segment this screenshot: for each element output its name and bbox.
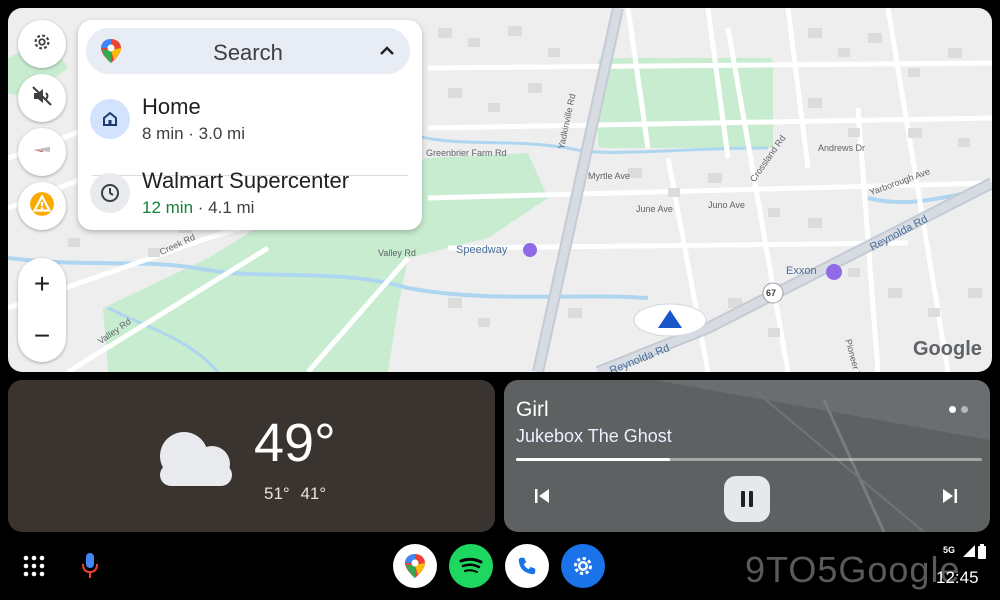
search-card: Search Home 8 min · 3.0 mi Walmart Super…: [78, 20, 422, 230]
map-label-street: Greenbrier Farm Rd: [426, 148, 507, 158]
page-indicator: [949, 400, 968, 418]
search-bar[interactable]: Search: [86, 28, 410, 74]
temperature-high: 51°: [264, 484, 290, 503]
zoom-control: + −: [18, 258, 66, 362]
temperature-low: 41°: [300, 484, 327, 503]
clock: 12:45: [936, 568, 979, 587]
temperature: 49°: [254, 413, 336, 473]
search-label: Search: [213, 40, 283, 65]
map-label-street: Andrews Dr: [818, 143, 866, 153]
destination-item[interactable]: Home 8 min · 3.0 mi: [86, 88, 410, 150]
report-incident-button[interactable]: [18, 182, 66, 230]
page-dot-active: [949, 406, 956, 413]
signal-icon: [962, 544, 976, 563]
zoom-in-button[interactable]: +: [18, 258, 66, 310]
google-logo: Google: [913, 338, 982, 360]
phone-app-icon[interactable]: [505, 544, 549, 588]
map-label-street: June Ave: [636, 204, 673, 214]
map-label-street: Valley Rd: [378, 248, 416, 258]
destination-name: Walmart Supercenter: [142, 168, 350, 193]
destination-eta: 8 min · 3.0 mi: [142, 124, 245, 143]
skip-previous-icon: [535, 489, 549, 503]
spotify-app-icon[interactable]: [449, 544, 493, 588]
compass-icon: [30, 138, 54, 167]
microphone-icon[interactable]: [80, 551, 100, 586]
home-icon: [90, 99, 130, 139]
artist-name: Jukebox The Ghost: [516, 426, 672, 446]
progress-fill: [516, 458, 670, 461]
settings-button[interactable]: [18, 20, 66, 68]
maps-app-icon[interactable]: [393, 544, 437, 588]
zoom-out-button[interactable]: −: [18, 310, 66, 362]
mute-button[interactable]: [18, 74, 66, 122]
destination-meta: 12 min · 4.1 mi: [142, 198, 254, 218]
gear-icon: [31, 31, 53, 58]
page-dot: [961, 406, 968, 413]
map-label-street: Myrtle Ave: [588, 171, 630, 181]
media-card[interactable]: Girl Jukebox The Ghost: [504, 380, 990, 532]
battery-icon: [978, 544, 986, 564]
volume-off-icon: [30, 84, 54, 113]
watermark: 9TO5Google: [745, 549, 961, 590]
destination-distance: · 4.1 mi: [193, 198, 255, 217]
map-label-poi: Speedway: [456, 244, 508, 256]
weather-card[interactable]: 49° 51° 41°: [8, 380, 495, 532]
route-shield-label: 67: [766, 288, 777, 298]
play-pause-button[interactable]: [724, 476, 770, 522]
destination-item[interactable]: Walmart Supercenter 12 min · 4.1 mi: [86, 162, 410, 224]
song-title: Girl: [516, 398, 549, 421]
app-grid-icon[interactable]: [22, 554, 46, 583]
destination-meta: 8 min · 3.0 mi: [142, 124, 245, 144]
destination-eta: 12 min: [142, 198, 194, 217]
cloud-icon: [148, 426, 240, 493]
network-indicator: 5G: [943, 545, 956, 555]
progress-track[interactable]: [516, 458, 982, 461]
skip-next-button[interactable]: [940, 486, 960, 511]
destination-name: Home: [142, 94, 201, 119]
skip-next-icon: [943, 489, 957, 503]
clock-icon: [90, 173, 130, 213]
skip-previous-button[interactable]: [532, 486, 552, 511]
high-low: 51° 41°: [264, 484, 326, 504]
pause-icon: [741, 491, 753, 507]
warning-icon: [29, 191, 55, 222]
map-label-street: Juno Ave: [708, 200, 745, 210]
map-label-poi: Exxon: [786, 265, 817, 277]
chevron-up-icon[interactable]: [378, 42, 396, 65]
compass-button[interactable]: [18, 128, 66, 176]
settings-app-icon[interactable]: [561, 544, 605, 588]
